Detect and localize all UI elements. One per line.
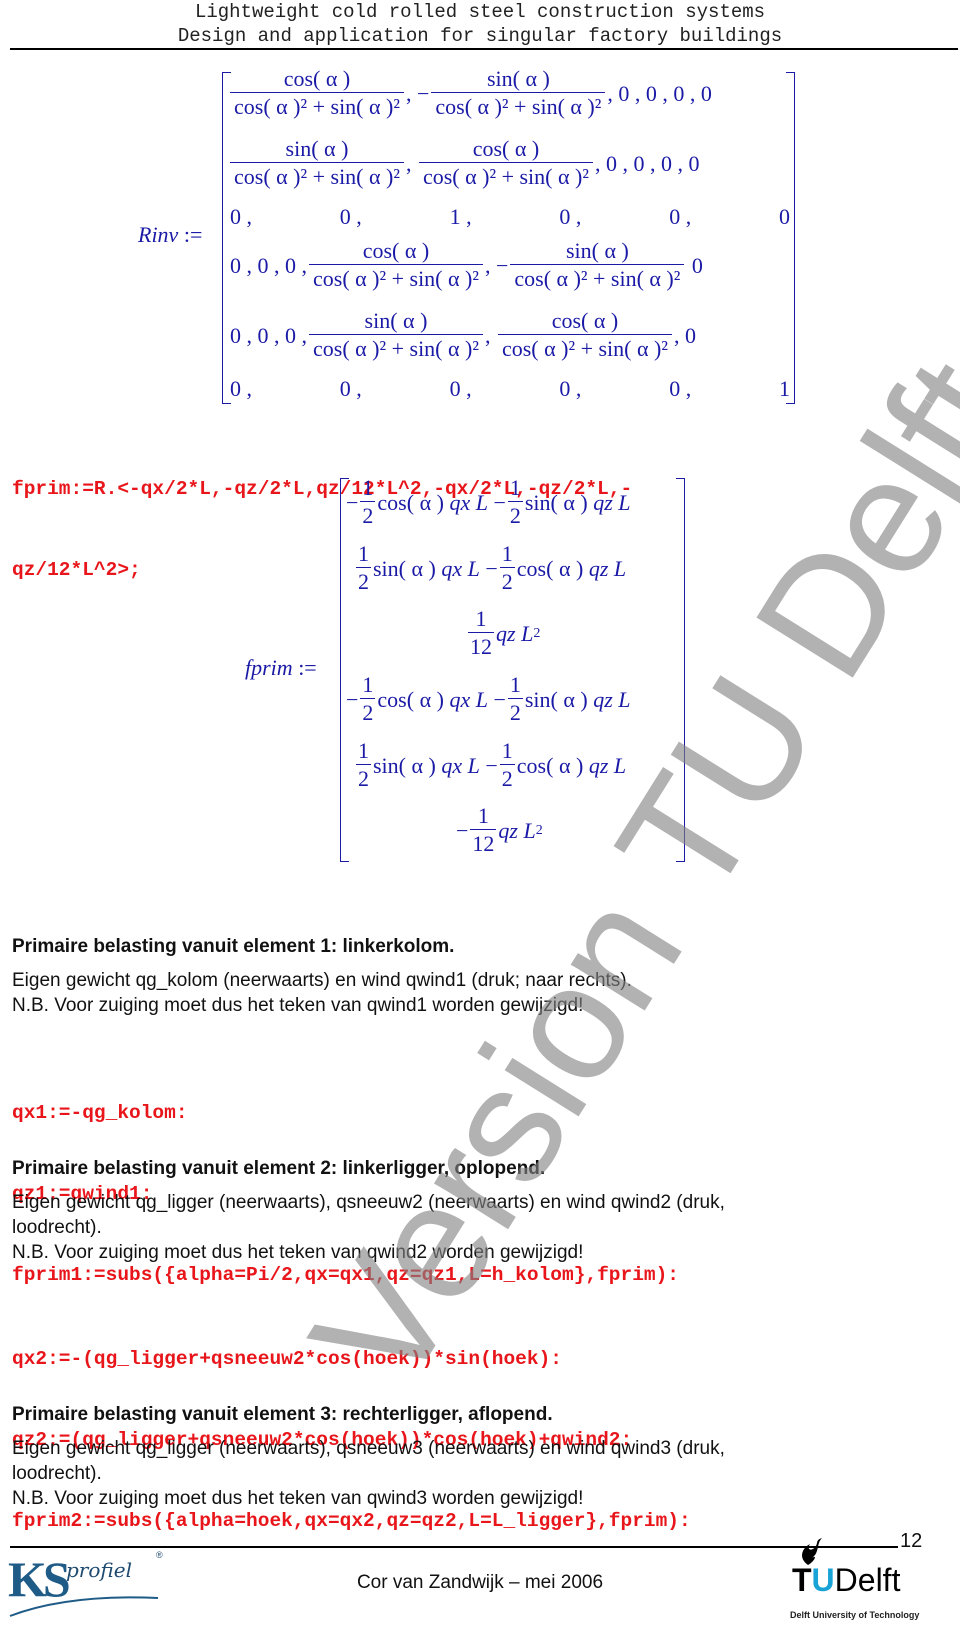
text-line: N.B. Voor zuiging moet dus het teken van… [12, 1488, 584, 1509]
fprim-right-bracket [676, 478, 685, 862]
text-line: N.B. Voor zuiging moet dus het teken van… [12, 1242, 584, 1263]
tu-delft-subtitle: Delft University of Technology [790, 1610, 920, 1620]
text-line: Eigen gewicht qg_ligger (neerwaarts), qs… [12, 1438, 725, 1459]
fprim-row-4: − 12 cos( α ) qx L − 12 sin( α ) qz L [346, 672, 631, 725]
code-line: qx1:=-qg_kolom: [12, 1102, 188, 1124]
fprim-row-6: − 1 12 qz L2 [456, 803, 543, 856]
section-2-title: Primaire belasting vanuit element 2: lin… [12, 1158, 546, 1179]
section-2-text: Eigen gewicht qg_ligger (neerwaarts), qs… [12, 1190, 912, 1265]
text-line: Eigen gewicht qg_ligger (neerwaarts), qs… [12, 1192, 725, 1213]
section-1-title: Primaire belasting vanuit element 1: lin… [12, 936, 455, 957]
fprim-row-3: 1 12 qz L2 [468, 606, 541, 659]
fprim-left-bracket [340, 478, 349, 862]
tu-delft-wordmark: TUDelft [792, 1562, 901, 1598]
fprim-label: fprim := [245, 655, 317, 681]
maple-input-element-2: qx2:=-(qg_ligger+qsneeuw2*cos(hoek))*sin… [12, 1292, 691, 1562]
text-line: loodrecht). [12, 1463, 102, 1484]
code-line: fprim1:=subs({alpha=Pi/2,qx=qx1,qz=qz1,L… [12, 1264, 680, 1286]
maple-input-element-1: qx1:=-qg_kolom: qz1:=qwind1: fprim1:=sub… [12, 1046, 679, 1316]
text-line: loodrecht). [12, 1217, 102, 1238]
fprim-row-2: 12 sin( α ) qx L − 12 cos( α ) qz L [356, 541, 627, 594]
footer-rule [10, 1546, 898, 1548]
tu-delft-logo: TUDelft Delft University of Technology [790, 1538, 940, 1626]
fprim-equation: fprim := − 12 cos( α ) qx L − 12 sin( α … [0, 0, 960, 900]
fprim-row-5: 12 sin( α ) qx L − 12 cos( α ) qz L [356, 738, 627, 791]
text-line: N.B. Voor zuiging moet dus het teken van… [12, 995, 584, 1016]
section-3-title: Primaire belasting vanuit element 3: rec… [12, 1404, 553, 1425]
section-3-text: Eigen gewicht qg_ligger (neerwaarts), qs… [12, 1436, 912, 1511]
text-line: Eigen gewicht qg_kolom (neerwaarts) en w… [12, 970, 632, 991]
assign-operator: := [298, 655, 317, 680]
fprim-row-1: − 12 cos( α ) qx L − 12 sin( α ) qz L [346, 475, 631, 528]
section-1-text: Eigen gewicht qg_kolom (neerwaarts) en w… [12, 968, 912, 1018]
code-line: fprim2:=subs({alpha=hoek,qx=qx2,qz=qz2,L… [12, 1510, 691, 1532]
code-line: qx2:=-(qg_ligger+qsneeuw2*cos(hoek))*sin… [12, 1348, 562, 1370]
fprim-name: fprim [245, 655, 293, 680]
